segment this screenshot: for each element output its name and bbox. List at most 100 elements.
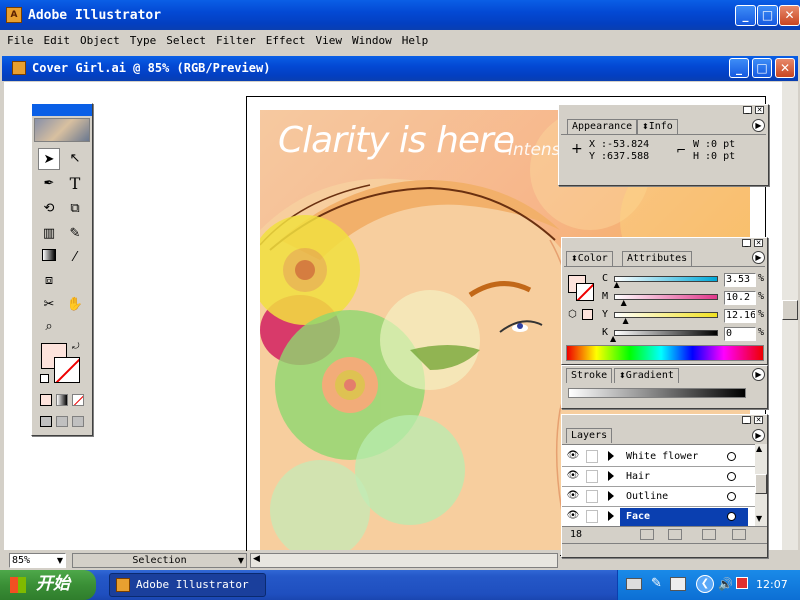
visibility-eye-icon[interactable]: 👁	[566, 489, 580, 503]
color-panel-menu-icon[interactable]: ▶	[752, 251, 765, 264]
screen-mode-full-icon[interactable]	[72, 416, 84, 427]
tab-appearance[interactable]: Appearance	[567, 119, 638, 134]
screen-mode-menubar-icon[interactable]	[56, 416, 68, 427]
scroll-down-icon[interactable]: ▼	[756, 514, 762, 523]
slider-handle-icon[interactable]: ▲	[622, 316, 628, 325]
layer-row-selected[interactable]: 👁 Face	[562, 507, 755, 526]
channel-slider[interactable]	[614, 330, 718, 336]
expand-triangle-icon[interactable]	[608, 471, 614, 481]
layers-panel-menu-icon[interactable]: ▶	[752, 429, 765, 442]
network-tray-icon[interactable]	[670, 577, 686, 591]
menu-view[interactable]: View	[311, 31, 348, 50]
color-spectrum[interactable]	[566, 345, 764, 361]
tab-layers[interactable]: Layers	[566, 428, 613, 443]
selection-tool-icon[interactable]: ➤	[38, 148, 60, 170]
visibility-eye-icon[interactable]: 👁	[566, 509, 580, 523]
gradient-mode-icon[interactable]	[56, 394, 68, 406]
channel-value-input[interactable]: 12.16	[724, 309, 756, 323]
channel-value-input[interactable]: 0	[724, 327, 756, 341]
channel-slider[interactable]	[614, 276, 718, 282]
channel-slider[interactable]	[614, 294, 718, 300]
illustrator-app-icon[interactable]: A	[6, 7, 22, 23]
menu-object[interactable]: Object	[75, 31, 125, 50]
toolbox-logo[interactable]	[34, 118, 90, 142]
slice-tool-icon[interactable]: ✎	[64, 223, 86, 245]
tab-info[interactable]: ⬍Info	[637, 119, 678, 134]
none-mode-icon[interactable]	[72, 394, 84, 406]
close-button[interactable]: ✕	[779, 5, 800, 26]
channel-value-input[interactable]: 10.2	[724, 291, 756, 305]
channel-slider[interactable]	[614, 312, 718, 318]
lock-toggle[interactable]	[586, 510, 598, 523]
document-icon[interactable]	[12, 61, 26, 75]
layers-scroll-thumb[interactable]	[755, 474, 767, 494]
color-close-icon[interactable]: ✕	[754, 239, 763, 247]
eyedropper-tool-icon[interactable]: ⁄	[64, 247, 86, 269]
color-panel-titlebar[interactable]: _ ✕	[562, 238, 767, 248]
tab-color[interactable]: ⬍Color	[566, 251, 613, 266]
info-close-icon[interactable]: ✕	[755, 106, 764, 114]
channel-value-input[interactable]: 3.53	[724, 273, 756, 287]
expand-triangle-icon[interactable]	[608, 491, 614, 501]
stroke-swatch[interactable]	[54, 357, 80, 383]
hand-tool-icon[interactable]: ✋	[64, 294, 86, 316]
new-layer-icon[interactable]	[702, 529, 716, 540]
volume-tray-icon[interactable]: 🔊	[718, 577, 733, 591]
layers-minimize-icon[interactable]: _	[742, 416, 751, 424]
alert-tray-icon[interactable]	[736, 577, 748, 589]
lock-toggle[interactable]	[586, 470, 598, 483]
tab-attributes[interactable]: Attributes	[622, 251, 693, 266]
info-minimize-icon[interactable]: _	[743, 106, 752, 114]
taskbar-app-button[interactable]: Adobe Illustrator	[109, 573, 266, 597]
visibility-eye-icon[interactable]: 👁	[566, 469, 580, 483]
gradient-tool-icon[interactable]	[38, 247, 60, 269]
info-panel-titlebar[interactable]: _ ✕	[559, 105, 768, 115]
menu-effect[interactable]: Effect	[261, 31, 311, 50]
doc-maximize-button[interactable]: □	[752, 58, 772, 78]
rotate-tool-icon[interactable]: ⟲	[38, 198, 60, 220]
horizontal-scrollbar[interactable]: ◀	[250, 553, 558, 568]
menu-select[interactable]: Select	[161, 31, 211, 50]
doc-minimize-button[interactable]: _	[729, 58, 749, 78]
blend-tool-icon[interactable]: ⧈	[38, 270, 60, 292]
maximize-button[interactable]: □	[757, 5, 778, 26]
zoom-dropdown-icon[interactable]: ▼	[57, 554, 63, 567]
target-circle-icon[interactable]	[727, 472, 736, 481]
pen-tool-icon[interactable]: ✒	[38, 173, 60, 195]
expand-tray-icon[interactable]: ❮	[696, 575, 714, 593]
color-stroke-swatch[interactable]	[576, 283, 594, 301]
tab-stroke[interactable]: Stroke	[566, 368, 613, 383]
expand-triangle-icon[interactable]	[608, 511, 614, 521]
color-mode-icon[interactable]	[40, 394, 52, 406]
default-colors-icon[interactable]	[40, 374, 49, 383]
layers-panel-titlebar[interactable]: _ ✕	[562, 415, 767, 425]
web-safe-swatch[interactable]	[582, 309, 593, 320]
visibility-eye-icon[interactable]: 👁	[566, 449, 580, 463]
swap-fill-stroke-icon[interactable]: ⤾	[72, 342, 80, 352]
tab-gradient[interactable]: ⬍Gradient	[614, 368, 679, 383]
target-circle-icon[interactable]	[727, 452, 736, 461]
zoom-tool-icon[interactable]: ⌕	[38, 316, 60, 338]
lock-toggle[interactable]	[586, 490, 598, 503]
direct-selection-tool-icon[interactable]: ↖	[64, 148, 86, 170]
info-panel-menu-icon[interactable]: ▶	[752, 119, 765, 132]
layers-scrollbar[interactable]: ▲ ▼	[755, 444, 767, 526]
slider-handle-icon[interactable]: ▲	[621, 298, 627, 307]
color-minimize-icon[interactable]: _	[742, 239, 751, 247]
gradient-slider[interactable]	[568, 388, 746, 398]
screen-mode-standard-icon[interactable]	[40, 416, 52, 427]
status-tool-field[interactable]: Selection ▼	[72, 553, 247, 568]
lock-toggle[interactable]	[586, 450, 598, 463]
type-tool-icon[interactable]: T	[64, 173, 86, 195]
layers-close-icon[interactable]: ✕	[754, 416, 763, 424]
scroll-up-icon[interactable]: ▲	[756, 444, 762, 453]
scissors-tool-icon[interactable]: ✂	[38, 294, 60, 316]
slider-handle-icon[interactable]: ▲	[614, 280, 620, 289]
scrollbar-thumb[interactable]	[782, 300, 798, 320]
layer-row[interactable]: 👁 White flower	[562, 447, 755, 467]
pen-tray-icon[interactable]: ✎	[651, 576, 662, 591]
make-clipping-mask-icon[interactable]	[640, 529, 654, 540]
scale-tool-icon[interactable]: ⧉	[64, 198, 86, 220]
slider-handle-icon[interactable]: ▲	[610, 334, 616, 343]
gradient-panel-menu-icon[interactable]: ▶	[752, 368, 765, 381]
